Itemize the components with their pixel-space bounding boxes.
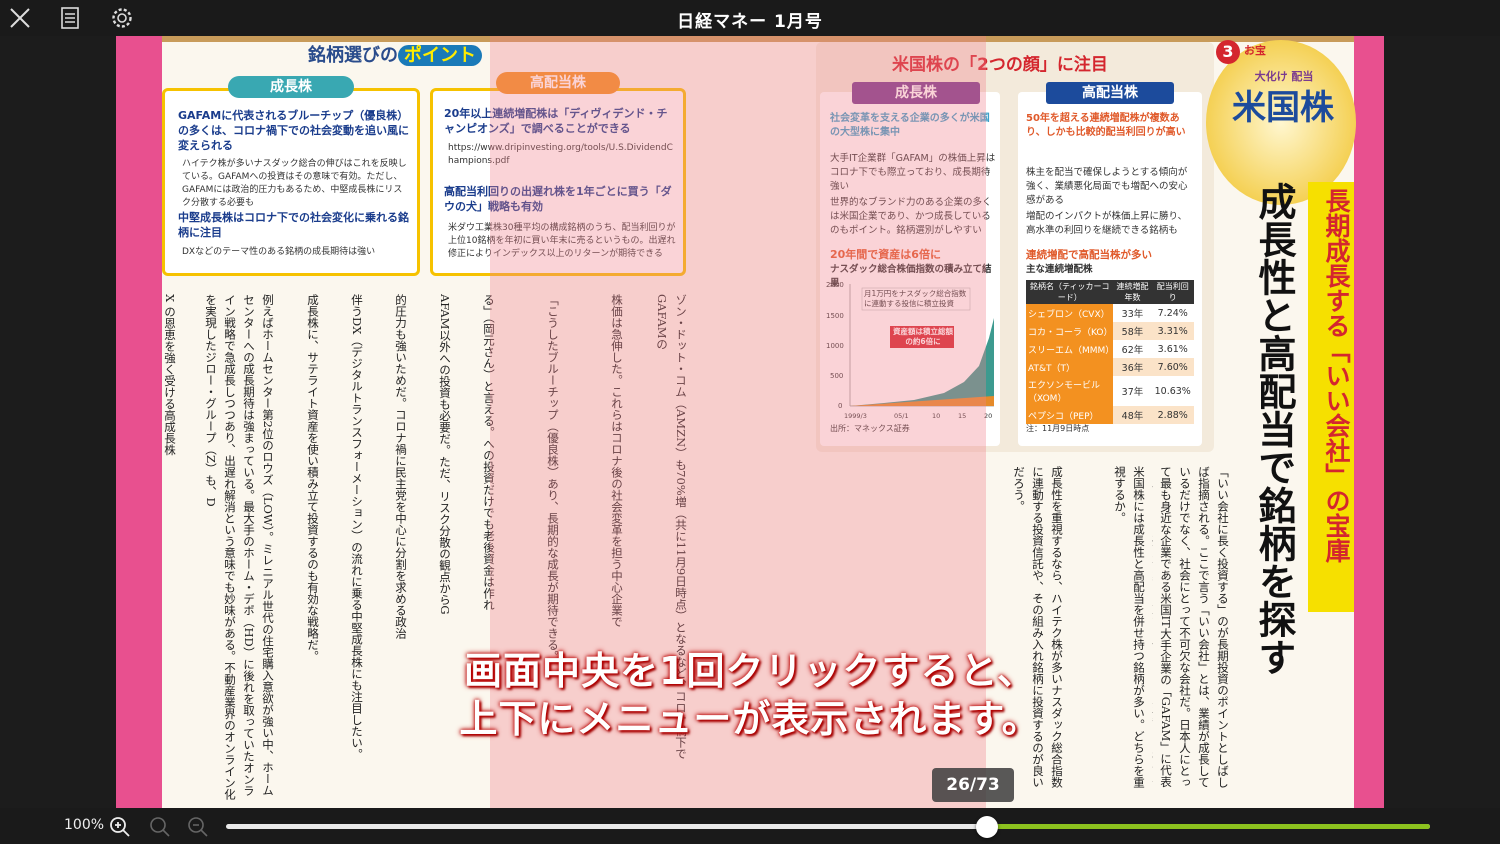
growth-point-1-sub: ハイテク株が多いナスダック総合の伸びはこれを反映している。GAFAMへの投資はそ… [182, 159, 407, 208]
growth-point-2-sub: DXなどのテーマ性のある銘柄の成長期待は強い [182, 247, 376, 257]
zoom-fit-icon[interactable] [148, 815, 172, 839]
table-row: AT&T（T） 36年 7.60% [1026, 358, 1194, 376]
table-row: シェブロン（CVX） 33年 7.24% [1026, 304, 1194, 322]
table-header: 銘柄名（ティッカーコード） [1026, 280, 1114, 304]
dividend-bullet-1: 株主を配当で確保しようとする傾向が強く、業績悪化局面でも増配への安心感がある [1026, 167, 1188, 206]
points-section-title: 銘柄選びの ポイント [308, 41, 482, 67]
table-subtitle: 主な連続増配株 [1026, 264, 1093, 275]
table-title: 連続増配で高配当株が多い [1026, 249, 1152, 261]
dividend-stocks-table: 銘柄名（ティッカーコード） 連続増配年数 配当利回り シェブロン（CVX） 33年… [1026, 280, 1194, 424]
badge-main-label: 米国株 [1232, 88, 1334, 128]
dividend-column-head: 高配当株 [1046, 82, 1174, 104]
table-row: コカ・コーラ（KO） 58年 3.31% [1026, 322, 1194, 340]
sub-headline: 長期成長する「いい会社」の宝庫 [1308, 182, 1354, 612]
top-toolbar: 日経マネー 1月号 [0, 0, 1500, 36]
instruction-line-2: 上下にメニューが表示されます。 [459, 697, 1041, 741]
badge-top-label: お宝 [1244, 44, 1266, 57]
dividend-bullet-2: 増配のインパクトが株価上昇に勝り、高水準の利回りを継続できる銘柄も [1026, 211, 1188, 236]
zoom-level: 100% [64, 817, 105, 833]
table-header: 配当利回り [1151, 280, 1194, 304]
table-header: 連続増配年数 [1113, 280, 1152, 304]
page-slider-progress [987, 824, 1430, 829]
bottom-toolbar: 100% [0, 808, 1500, 844]
instruction-line-1: 画面中央を1回クリックすると、 [464, 649, 1036, 693]
page-indicator: 26/73 [932, 768, 1014, 802]
right-body-col-a: 「いい会社に長く投資する」のが長期投資のポイントとしばしば指摘される。ここで言う… [1152, 466, 1230, 794]
badge-sub-label: 大化け 配当 [1254, 70, 1314, 83]
table-row: エクソンモービル（XOM） 37年 10.63% [1026, 376, 1194, 406]
magazine-title: 日経マネー 1月号 [677, 12, 823, 32]
dividend-lead: 50年を超える連続増配株が複数あり、しかも比較的配当利回りが高い [1026, 113, 1186, 138]
table-row: スリーエム（MMM） 62年 3.61% [1026, 340, 1194, 358]
growth-point-2: 中堅成長株はコロナ下での社会変化に乗れる銘柄に注目 [178, 211, 409, 239]
table-note: 注：11月9日時点 [1026, 424, 1090, 433]
page-slider-thumb[interactable] [976, 816, 998, 838]
right-body-col-b: 米国株には成長性と高配当を併せ持つ銘柄が多い。どちらを重視するか。 [1113, 466, 1146, 788]
badge-number: 3 [1216, 40, 1240, 64]
zoom-out-icon[interactable] [186, 815, 210, 839]
growth-box-head: 成長株 [228, 76, 354, 98]
zoom-in-icon[interactable] [108, 815, 132, 839]
growth-point-1: GAFAMに代表されるブルーチップ（優良株）の多くは、コロナ禍下での社会変動を追… [178, 109, 409, 152]
